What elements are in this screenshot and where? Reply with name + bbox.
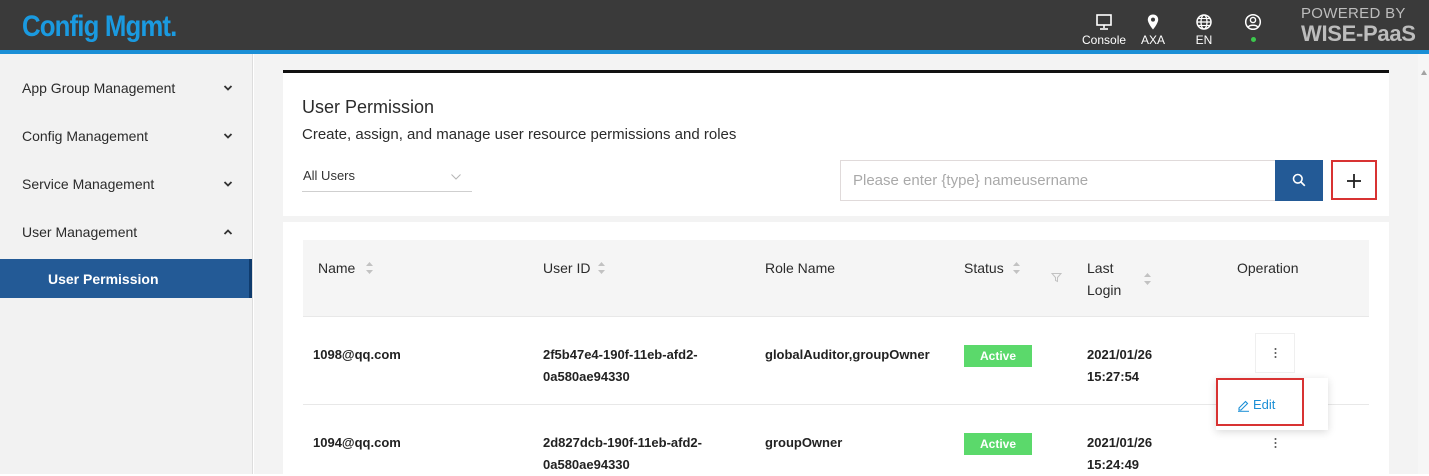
cell-role-name: globalAuditor,groupOwner	[765, 347, 930, 362]
wise-paas-text: WISE-PaaS	[1301, 21, 1416, 46]
cell-last-login-date: 2021/01/26	[1087, 347, 1153, 362]
column-header-last-login[interactable]: Last	[1087, 260, 1113, 276]
user-filter-select[interactable]: All Users	[302, 160, 472, 192]
console-label: Console	[1082, 33, 1127, 47]
active-indicator	[249, 259, 252, 298]
cell-name: 1094@qq.com	[313, 435, 401, 450]
app-logo: Config Mgmt.	[22, 10, 177, 43]
plus-icon	[1347, 174, 1361, 188]
sort-icon[interactable]	[1012, 261, 1021, 275]
status-badge: Active	[964, 433, 1032, 455]
column-header-role-name: Role Name	[765, 260, 836, 276]
row-divider	[303, 316, 1369, 317]
cell-name: 1098@qq.com	[313, 347, 401, 362]
user-circle-icon	[1244, 13, 1262, 31]
search-button[interactable]	[1275, 160, 1323, 201]
sidebar-item-app-group-management[interactable]: App Group Management	[0, 64, 252, 112]
edit-pencil-icon	[1238, 400, 1249, 412]
cell-user-id: 2d827dcb-190f-11eb-afd2-	[543, 435, 702, 450]
column-header-user-id[interactable]: User ID	[543, 260, 590, 276]
vertical-scrollbar[interactable]	[1418, 54, 1429, 474]
column-header-last-login-line2: Login	[1087, 282, 1122, 298]
chevron-up-icon	[223, 229, 233, 235]
sidebar-item-label: App Group Management	[22, 80, 176, 96]
user-account-button[interactable]	[1244, 13, 1262, 42]
card-divider	[283, 216, 1389, 222]
location-pin-icon	[1147, 14, 1159, 30]
edit-label: Edit	[1253, 397, 1276, 412]
sort-icon[interactable]	[365, 261, 374, 275]
sidebar-subitem-label: User Permission	[48, 271, 159, 287]
sidebar-item-service-management[interactable]: Service Management	[0, 160, 252, 208]
powered-by-text: POWERED BY	[1301, 5, 1406, 22]
filter-icon[interactable]	[1051, 272, 1062, 283]
online-status-dot	[1250, 37, 1256, 42]
column-header-operation: Operation	[1237, 260, 1299, 276]
chevron-down-icon	[223, 181, 233, 187]
sidebar-item-user-management[interactable]: User Management	[0, 208, 252, 256]
scroll-up-arrow-icon[interactable]	[1421, 70, 1427, 75]
powered-by-logo: POWERED BY WISE-PaaS	[1301, 6, 1416, 45]
sidebar: App Group Management Config Management S…	[0, 54, 253, 474]
more-vertical-icon	[1274, 346, 1277, 360]
sidebar-item-user-permission[interactable]: User Permission	[0, 259, 252, 298]
add-user-button[interactable]	[1331, 160, 1377, 200]
more-vertical-icon	[1274, 436, 1277, 450]
cell-user-id-line2: 0a580ae94330	[543, 369, 630, 384]
location-label: AXA	[1141, 33, 1166, 47]
chevron-down-icon	[223, 85, 233, 91]
sidebar-item-label: User Management	[22, 224, 138, 240]
location-button[interactable]: AXA	[1141, 13, 1165, 47]
search-input[interactable]	[840, 160, 1276, 201]
user-filter-value: All Users	[303, 168, 356, 183]
monitor-icon	[1096, 14, 1112, 30]
page-title: User Permission	[302, 97, 435, 117]
column-header-name[interactable]: Name	[318, 260, 355, 276]
language-button[interactable]: EN	[1195, 13, 1213, 47]
search-icon	[1292, 173, 1306, 187]
sidebar-item-config-management[interactable]: Config Management	[0, 112, 252, 160]
cell-user-id-line2: 0a580ae94330	[543, 457, 630, 472]
chevron-down-icon	[223, 133, 233, 139]
sidebar-item-label: Service Management	[22, 176, 155, 192]
column-header-status[interactable]: Status	[964, 260, 1004, 276]
console-button[interactable]: Console	[1082, 13, 1126, 47]
row-divider	[303, 404, 1369, 405]
top-bar: Config Mgmt. Console AXA EN POWERED BY W…	[0, 0, 1429, 50]
row-actions-button[interactable]	[1260, 431, 1290, 455]
sidebar-item-label: Config Management	[22, 128, 149, 144]
cell-role-name: groupOwner	[765, 435, 843, 450]
sort-icon[interactable]	[597, 261, 606, 275]
status-badge: Active	[964, 345, 1032, 367]
language-label: EN	[1195, 33, 1213, 47]
globe-icon	[1196, 14, 1212, 30]
cell-user-id: 2f5b47e4-190f-11eb-afd2-	[543, 347, 698, 362]
sort-icon[interactable]	[1143, 272, 1152, 286]
row-actions-button[interactable]	[1255, 333, 1295, 373]
chevron-down-icon	[451, 174, 461, 180]
cell-last-login-time: 15:27:54	[1087, 369, 1140, 384]
cell-last-login-time: 15:24:49	[1087, 457, 1140, 472]
cell-last-login-date: 2021/01/26	[1087, 435, 1153, 450]
page-subtitle: Create, assign, and manage user resource…	[302, 126, 737, 143]
table-header	[303, 240, 1369, 316]
edit-menu-item[interactable]: Edit	[1216, 378, 1304, 426]
